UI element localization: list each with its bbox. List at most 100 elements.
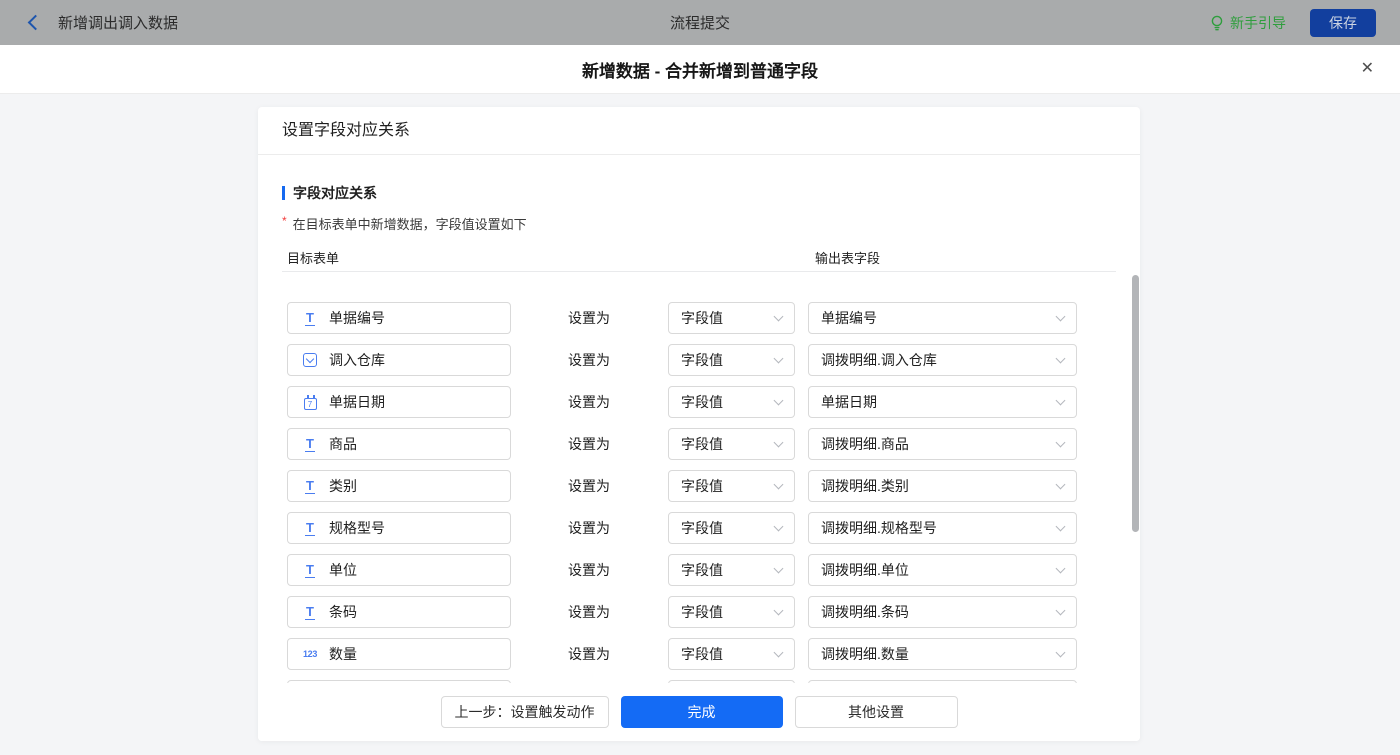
field-type-icon-slot: T [300,479,320,494]
topbar: 新增调出调入数据 流程提交 新手引导 保存 [0,0,1400,45]
value-mode-select[interactable]: 字段值 [668,512,795,544]
value-mode-select[interactable]: 字段值 [668,470,795,502]
topbar-actions: 新手引导 保存 [1210,9,1376,37]
text-field-icon: T [305,311,315,326]
column-header-output-field: 输出表字段 [815,248,880,267]
card-body: 字段对应关系 * 在目标表单中新增数据，字段值设置如下 目标表单 输出表字段 T… [258,155,1140,683]
field-mapping-row: 7 单据日期 设置为 字段值 单据日期 [282,386,1116,418]
select-field-icon [303,353,317,367]
section-title: 字段对应关系 [282,183,1116,203]
value-mode-select[interactable]: 字段值 [668,638,795,670]
target-field-label: 单位 [329,560,357,580]
date-field-icon: 7 [304,398,317,410]
output-field-select[interactable]: 调拨明细.单位 [808,554,1077,586]
target-field-label: 规格型号 [329,518,385,538]
text-field-icon: T [305,479,315,494]
output-field-select[interactable]: 调拨明细.商品 [808,428,1077,460]
text-field-icon: T [305,437,315,452]
column-header-target-form: 目标表单 [287,251,339,266]
screen: 新增调出调入数据 流程提交 新手引导 保存 新增数据 - 合并新增到普通字段 ✕… [0,0,1400,755]
target-field-box[interactable]: T 条码 [287,596,511,628]
field-type-icon-slot: T [300,605,320,620]
chevron-down-icon [774,521,784,531]
close-icon[interactable]: ✕ [1361,61,1374,77]
target-field-box[interactable]: 调入仓库 [287,344,511,376]
guide-bulb-icon [1210,15,1224,31]
output-field-select[interactable]: 调拨明细.条码 [808,596,1077,628]
value-mode-select[interactable]: 字段值 [668,428,795,460]
field-type-icon-slot [300,353,320,367]
field-mapping-row: 调入仓库 设置为 字段值 调拨明细.调入仓库 [282,344,1116,376]
output-field-select[interactable]: 调拨明细.类别 [808,470,1077,502]
save-button[interactable]: 保存 [1310,9,1376,37]
set-as-label: 设置为 [568,602,610,622]
set-as-label: 设置为 [568,644,610,664]
value-mode-label: 字段值 [681,518,723,538]
number-field-icon: 123 [303,649,317,659]
scrollbar[interactable] [1132,275,1139,532]
target-field-box[interactable]: T 单位 [287,554,511,586]
chevron-down-icon [1056,395,1066,405]
card-footer: 上一步：设置触发动作 完成 其他设置 [258,683,1140,741]
chevron-down-icon [1056,521,1066,531]
newbie-guide-link[interactable]: 新手引导 [1210,13,1286,33]
output-field-label: 调拨明细.单位 [821,560,909,580]
chevron-down-icon [1056,311,1066,321]
back-group[interactable]: 新增调出调入数据 [30,12,178,33]
flow-submit-title: 流程提交 [670,12,730,33]
section-note: * 在目标表单中新增数据，字段值设置如下 [282,214,1116,233]
guide-label: 新手引导 [1230,13,1286,33]
done-button[interactable]: 完成 [621,696,783,728]
target-field-label: 条码 [329,602,357,622]
output-field-label: 调拨明细.规格型号 [821,518,937,538]
output-field-select[interactable]: 调拨明细.规格型号 [808,512,1077,544]
chevron-down-icon [1056,437,1066,447]
other-settings-button[interactable]: 其他设置 [795,696,958,728]
dialog-title: 新增数据 - 合并新增到普通字段 [582,57,818,82]
chevron-down-icon [774,563,784,573]
target-field-box[interactable]: T 类别 [287,470,511,502]
value-mode-select[interactable]: 字段值 [668,344,795,376]
field-type-icon-slot: 123 [300,649,320,659]
target-field-label: 单据编号 [329,308,385,328]
output-field-select[interactable]: 调拨明细.调入仓库 [808,344,1077,376]
value-mode-select[interactable]: 字段值 [668,302,795,334]
target-field-label: 调入仓库 [329,350,385,370]
previous-step-button[interactable]: 上一步：设置触发动作 [441,696,609,728]
target-field-box[interactable]: T 商品 [287,428,511,460]
output-field-select[interactable]: 单据编号 [808,302,1077,334]
output-field-label: 调拨明细.商品 [821,434,909,454]
target-field-box[interactable]: T 规格型号 [287,512,511,544]
chevron-down-icon [1056,479,1066,489]
back-icon[interactable] [28,15,44,31]
chevron-down-icon [774,395,784,405]
target-field-label: 数量 [329,644,357,664]
chevron-down-icon [774,605,784,615]
output-field-select[interactable]: 单据日期 [808,386,1077,418]
value-mode-select[interactable]: 字段值 [668,386,795,418]
value-mode-select[interactable]: 字段值 [668,596,795,628]
target-field-box[interactable]: 7 单据日期 [287,386,511,418]
field-mapping-row: T 类别 设置为 字段值 调拨明细.类别 [282,470,1116,502]
value-mode-label: 字段值 [681,644,723,664]
field-mapping-row: T 条码 设置为 字段值 调拨明细.条码 [282,596,1116,628]
field-mapping-row: 123 数量 设置为 字段值 调拨明细.数量 [282,638,1116,670]
target-field-box[interactable]: 123 数量 [287,638,511,670]
text-field-icon: T [305,605,315,620]
field-mapping-row: T 单据编号 设置为 字段值 单据编号 [282,302,1116,334]
output-field-select[interactable]: 调拨明细.数量 [808,638,1077,670]
dialog-header: 新增数据 - 合并新增到普通字段 ✕ [0,45,1400,94]
value-mode-select[interactable]: 字段值 [668,554,795,586]
chevron-down-icon [1056,353,1066,363]
chevron-down-icon [774,647,784,657]
set-as-label: 设置为 [568,560,610,580]
field-mapping-row: T 商品 设置为 字段值 调拨明细.商品 [282,428,1116,460]
section-title-label: 字段对应关系 [293,183,377,203]
target-field-box[interactable]: T 单据编号 [287,302,511,334]
chevron-down-icon [1056,605,1066,615]
field-type-icon-slot: 7 [300,395,320,410]
set-as-label: 设置为 [568,518,610,538]
chevron-down-icon [774,311,784,321]
value-mode-label: 字段值 [681,602,723,622]
set-as-label: 设置为 [568,350,610,370]
